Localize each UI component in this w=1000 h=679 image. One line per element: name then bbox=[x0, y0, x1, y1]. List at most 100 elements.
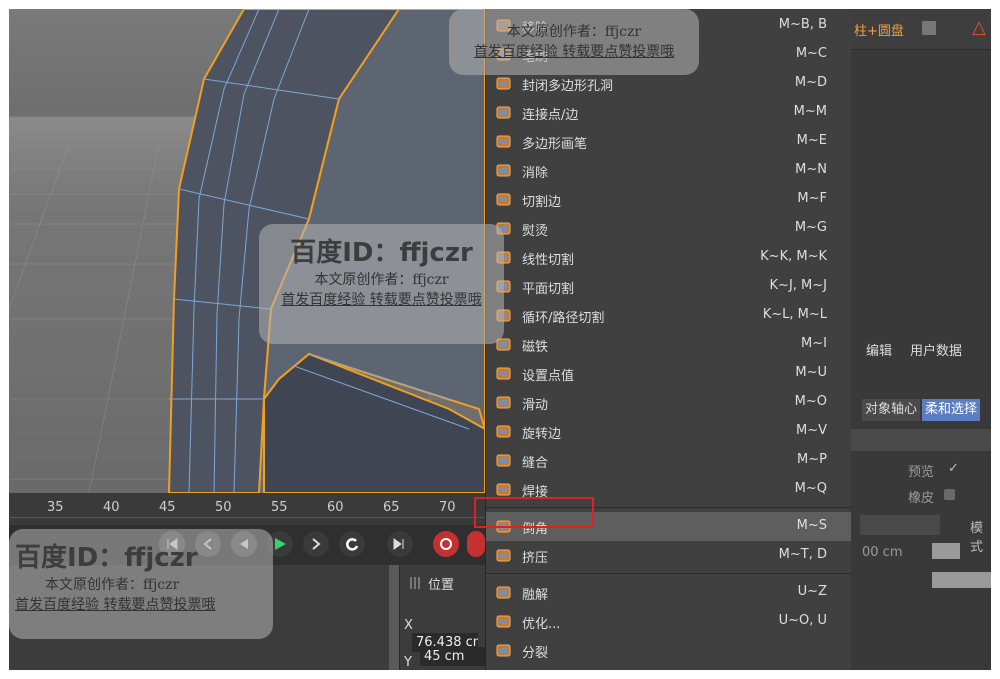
menu-item[interactable]: 分裂 bbox=[486, 636, 851, 665]
tab-edit[interactable]: 编辑 bbox=[866, 340, 892, 359]
soft-selection-button[interactable]: 柔和选择 bbox=[922, 399, 981, 421]
watermark-line2: 首发百度经验 转载要点赞投票哦 bbox=[473, 44, 675, 60]
warning-icon: △ bbox=[972, 17, 986, 38]
right-panel: 柱+圆盘 △ 编辑 用户数据 对象轴心 柔和选择 预览 ✓ 橡皮 模式 00 c… bbox=[850, 9, 991, 670]
next-key-icon[interactable] bbox=[303, 531, 329, 557]
menu-item-label: 循环/路径切割 bbox=[522, 311, 605, 326]
menu-item-shortcut: M~Q bbox=[794, 481, 827, 496]
highlight-annotation bbox=[474, 497, 594, 528]
menu-item-label: 滑动 bbox=[522, 398, 549, 413]
menu-item-label: 线性切割 bbox=[522, 253, 575, 268]
menu-item-label: 消除 bbox=[522, 166, 549, 181]
mode-label: 模式 bbox=[970, 521, 984, 555]
menu-item[interactable]: 磁铁 M~I bbox=[486, 330, 851, 359]
menu-item[interactable]: 优化... U~O, U bbox=[486, 607, 851, 636]
grip-icon bbox=[410, 577, 422, 589]
menu-item-label: 融解 bbox=[522, 588, 549, 603]
visibility-icon[interactable] bbox=[922, 21, 936, 35]
connect-icon bbox=[494, 103, 514, 123]
menu-item-label: 缝合 bbox=[522, 456, 549, 471]
menu-item[interactable]: 缝合 M~P bbox=[486, 446, 851, 475]
menu-item[interactable]: 线性切割 K~K, M~K bbox=[486, 243, 851, 272]
slide-icon bbox=[494, 393, 514, 413]
menu-item-label: 多边形画笔 bbox=[522, 137, 588, 152]
menu-item-label: 分裂 bbox=[522, 646, 549, 661]
menu-item[interactable]: 多边形画笔 M~E bbox=[486, 127, 851, 156]
menu-item-shortcut: M~F bbox=[797, 191, 827, 206]
menu-item[interactable]: 设置点值 M~U bbox=[486, 359, 851, 388]
close-hole-icon bbox=[494, 74, 514, 94]
watermark: 百度ID：ffjczr 本文原创作者：ffjczr 首发百度经验 转载要点赞投票… bbox=[9, 529, 273, 639]
mode-dropdown[interactable] bbox=[860, 515, 940, 535]
position-title: 位置 bbox=[428, 578, 455, 593]
object-name[interactable]: 柱+圆盘 bbox=[854, 20, 904, 39]
menu-item[interactable]: 切割边 M~F bbox=[486, 185, 851, 214]
radius-slider[interactable] bbox=[932, 543, 960, 559]
cut-edge-icon bbox=[494, 190, 514, 210]
object-manager-row: 柱+圆盘 △ bbox=[850, 9, 991, 50]
watermark-title: 百度ID：ffjczr bbox=[290, 238, 473, 268]
menu-item-shortcut: U~O, U bbox=[778, 613, 827, 628]
loop-icon[interactable] bbox=[339, 531, 365, 557]
set-point-icon bbox=[494, 364, 514, 384]
coordinates-panel: 位置 X76.438 cm Y45 cm bbox=[399, 565, 486, 670]
menu-item[interactable]: 融解 U~Z bbox=[486, 578, 851, 607]
watermark-line2: 首发百度经验 转载要点赞投票哦 bbox=[15, 597, 216, 613]
tick-label: 65 bbox=[383, 500, 400, 515]
menu-item[interactable]: 滑动 M~O bbox=[486, 388, 851, 417]
menu-item-shortcut: M~P bbox=[797, 452, 827, 467]
menu-item[interactable]: 挤压 M~T, D bbox=[486, 541, 851, 570]
watermark-line1: 本文原创作者：ffjczr bbox=[45, 577, 180, 593]
menu-item-shortcut: M~I bbox=[801, 336, 827, 351]
mesh-tools-menu: 移除M~B, B笔刷M~C封闭多边形孔洞M~D连接点/边M~M多边形画笔M~E消… bbox=[485, 9, 851, 670]
go-end-icon[interactable] bbox=[387, 531, 413, 557]
polygon-pen-icon bbox=[494, 132, 514, 152]
radius-field[interactable]: 00 cm bbox=[862, 545, 903, 560]
menu-item-label: 挤压 bbox=[522, 551, 549, 566]
menu-separator bbox=[486, 573, 851, 574]
menu-item[interactable]: 连接点/边 M~M bbox=[486, 98, 851, 127]
tick-label: 50 bbox=[215, 500, 232, 515]
menu-item-shortcut: M~S bbox=[796, 518, 827, 533]
menu-item-label: 磁铁 bbox=[522, 340, 549, 355]
menu-item-label: 熨烫 bbox=[522, 224, 549, 239]
menu-item-shortcut: M~G bbox=[794, 220, 827, 235]
app-window: 35 40 45 50 55 60 65 70 位置 X76.438 c Y 4… bbox=[9, 9, 991, 670]
menu-item-label: 平面切割 bbox=[522, 282, 575, 297]
menu-item-label: 设置点值 bbox=[522, 369, 575, 384]
menu-item-shortcut: M~N bbox=[795, 162, 827, 177]
timeline-ruler[interactable]: 35 40 45 50 55 60 65 70 bbox=[9, 493, 485, 525]
menu-item[interactable]: 旋转边 M~V bbox=[486, 417, 851, 446]
menu-item-shortcut: M~D bbox=[794, 75, 827, 90]
menu-item-label: 连接点/边 bbox=[522, 108, 579, 123]
preview-check-icon[interactable]: ✓ bbox=[948, 461, 959, 476]
tick-label: 60 bbox=[327, 500, 344, 515]
tab-userdata[interactable]: 用户数据 bbox=[910, 340, 962, 359]
strength-slider[interactable] bbox=[932, 572, 991, 588]
menu-item[interactable]: 熨烫 M~G bbox=[486, 214, 851, 243]
object-axis-button[interactable]: 对象轴心 bbox=[862, 399, 921, 421]
y-position-field[interactable]: 45 cm bbox=[419, 647, 486, 666]
watermark-line1: 本文原创作者：ffjczr bbox=[506, 24, 642, 40]
split-icon bbox=[494, 641, 514, 661]
menu-item-shortcut: M~B, B bbox=[778, 17, 827, 32]
menu-item[interactable]: 平面切割 K~J, M~J bbox=[486, 272, 851, 301]
menu-item-shortcut: M~V bbox=[795, 423, 827, 438]
record-icon[interactable] bbox=[433, 531, 459, 557]
y-label: Y bbox=[404, 655, 412, 670]
auto-key-icon[interactable] bbox=[467, 531, 485, 557]
x-label: X bbox=[404, 618, 413, 633]
menu-item[interactable]: 循环/路径切割 K~L, M~L bbox=[486, 301, 851, 330]
menu-item-label: 旋转边 bbox=[522, 427, 562, 442]
melt-icon bbox=[494, 583, 514, 603]
menu-item-shortcut: K~L, M~L bbox=[762, 307, 827, 322]
rubber-label: 橡皮 bbox=[908, 491, 935, 506]
coord-row-y: Y 45 cm bbox=[404, 647, 486, 670]
rubber-checkbox[interactable] bbox=[944, 489, 955, 500]
tick-label: 35 bbox=[47, 500, 64, 515]
watermark: 百度ID：ffjczr 本文原创作者：ffjczr 首发百度经验 转载要点赞投票… bbox=[259, 224, 504, 344]
menu-item-shortcut: M~M bbox=[793, 104, 827, 119]
menu-item[interactable]: 消除 M~N bbox=[486, 156, 851, 185]
menu-item-shortcut: M~C bbox=[795, 46, 827, 61]
watermark-line1: 本文原创作者：ffjczr bbox=[314, 272, 449, 288]
